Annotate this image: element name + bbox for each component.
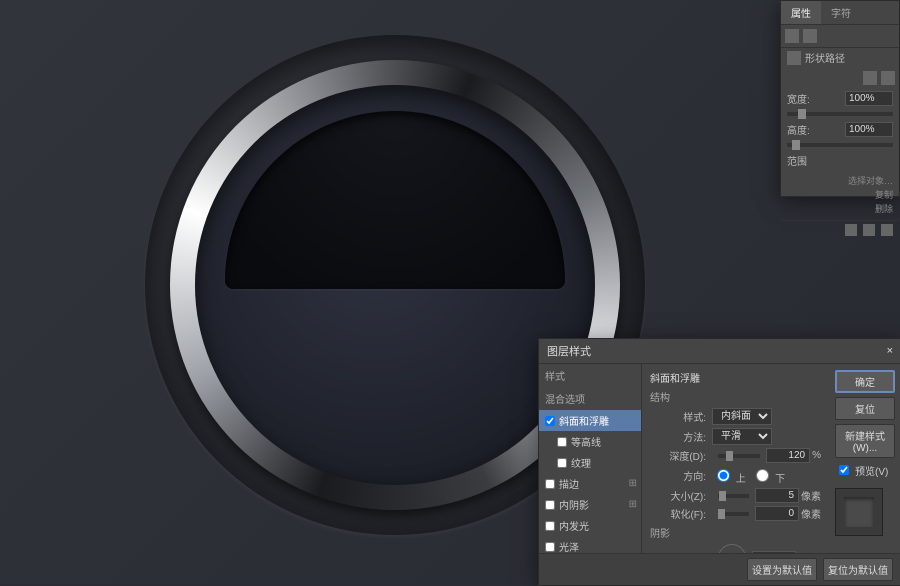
style-select[interactable]: 内斜面 bbox=[712, 408, 772, 425]
style-item-3[interactable]: 描边 ⊞ bbox=[539, 473, 641, 494]
style-item-label: 内发光 bbox=[559, 518, 589, 533]
style-item-5[interactable]: 内发光 bbox=[539, 515, 641, 536]
section-title: 斜面和浮雕 bbox=[650, 370, 821, 385]
mask-icon[interactable] bbox=[803, 29, 817, 43]
depth-slider[interactable] bbox=[718, 454, 760, 458]
height-slider[interactable] bbox=[787, 143, 893, 147]
set-default-button[interactable]: 设置为默认值 bbox=[747, 558, 817, 581]
close-icon[interactable]: × bbox=[887, 345, 893, 357]
prop-links: 选择对象… 复制 删除 bbox=[781, 170, 899, 220]
style-item-label: 光泽 bbox=[559, 539, 579, 554]
link-icon[interactable] bbox=[863, 71, 877, 85]
size-label: 大小(Z): bbox=[650, 488, 706, 503]
trash-icon[interactable] bbox=[881, 224, 893, 236]
depth-unit: % bbox=[812, 450, 821, 461]
range-label: 范围 bbox=[787, 153, 807, 168]
style-checkbox[interactable] bbox=[557, 458, 567, 468]
eye-icon[interactable] bbox=[863, 224, 875, 236]
link-copy[interactable]: 复制 bbox=[787, 188, 893, 202]
shape-icon[interactable] bbox=[785, 29, 799, 43]
tab-character[interactable]: 字符 bbox=[821, 1, 861, 24]
size-input[interactable] bbox=[755, 488, 799, 503]
link-select[interactable]: 选择对象… bbox=[787, 174, 893, 188]
width-slider[interactable] bbox=[787, 112, 893, 116]
soften-input[interactable] bbox=[755, 506, 799, 521]
style-item-label: 内阴影 bbox=[559, 497, 589, 512]
style-checkbox[interactable] bbox=[545, 416, 555, 426]
style-checkbox[interactable] bbox=[545, 521, 555, 531]
soften-label: 软化(F): bbox=[650, 506, 706, 521]
style-checkbox[interactable] bbox=[545, 542, 555, 552]
dir-down[interactable]: 下 bbox=[751, 466, 785, 485]
prop-icon-row bbox=[781, 25, 899, 48]
tab-properties[interactable]: 属性 bbox=[781, 1, 821, 24]
style-item-label: 等高线 bbox=[571, 434, 601, 449]
structure-label: 结构 bbox=[650, 389, 821, 404]
blend-options[interactable]: 混合选项 bbox=[539, 387, 641, 410]
link-delete[interactable]: 删除 bbox=[787, 202, 893, 216]
style-label: 样式: bbox=[650, 409, 706, 424]
link-icons bbox=[781, 67, 899, 89]
width-label: 宽度: bbox=[787, 91, 810, 106]
ok-button[interactable]: 确定 bbox=[835, 370, 895, 393]
depth-input[interactable] bbox=[766, 448, 810, 463]
style-item-4[interactable]: 内阴影 ⊞ bbox=[539, 494, 641, 515]
reset-default-button[interactable]: 复位为默认值 bbox=[823, 558, 893, 581]
height-label: 高度: bbox=[787, 122, 810, 137]
soften-unit: 像素 bbox=[801, 506, 821, 521]
cancel-button[interactable]: 复位 bbox=[835, 397, 895, 420]
dialog-title: 图层样式 bbox=[547, 343, 591, 359]
plus-icon[interactable]: ⊞ bbox=[629, 499, 637, 510]
direction-label: 方向: bbox=[650, 468, 706, 483]
dir-up[interactable]: 上 bbox=[712, 466, 746, 485]
technique-select[interactable]: 平滑 bbox=[712, 428, 772, 445]
styles-list: 样式 混合选项 斜面和浮雕等高线纹理描边⊞内阴影⊞内发光光泽颜色叠加⊞渐变叠加⊞… bbox=[539, 364, 642, 584]
technique-label: 方法: bbox=[650, 429, 706, 444]
height-row: 高度: bbox=[781, 120, 899, 139]
properties-panel: 属性 字符 形状路径 宽度: 高度: 范围 选择对象… 复制 删除 bbox=[780, 0, 900, 197]
range-row: 范围 bbox=[781, 151, 899, 170]
dark-half-shape bbox=[225, 111, 565, 289]
unlink-icon[interactable] bbox=[881, 71, 895, 85]
style-item-2[interactable]: 纹理 bbox=[539, 452, 641, 473]
preview-check[interactable]: 预览(V) bbox=[835, 462, 895, 478]
width-input[interactable] bbox=[845, 91, 893, 106]
shading-label: 阴影 bbox=[650, 525, 821, 540]
properties-tabs: 属性 字符 bbox=[781, 1, 899, 25]
style-settings: 斜面和浮雕 结构 样式: 内斜面 方法: 平滑 深度(D):% 方向: 上 下 大小… bbox=[642, 364, 829, 584]
dialog-bottombar: 设置为默认值 复位为默认值 bbox=[539, 553, 900, 585]
new-style-button[interactable]: 新建样式(W)... bbox=[835, 424, 895, 458]
height-input[interactable] bbox=[845, 122, 893, 137]
style-item-label: 描边 bbox=[559, 476, 579, 491]
prop-bottom-icons bbox=[781, 220, 899, 239]
style-item-label: 纹理 bbox=[571, 455, 591, 470]
preview-thumb bbox=[835, 488, 883, 536]
plus-icon[interactable]: ⊞ bbox=[629, 478, 637, 489]
style-item-0[interactable]: 斜面和浮雕 bbox=[539, 410, 641, 431]
target-icon[interactable] bbox=[845, 224, 857, 236]
styles-header: 样式 bbox=[539, 364, 641, 387]
depth-label: 深度(D): bbox=[650, 448, 706, 463]
path-icon bbox=[787, 51, 801, 65]
soften-slider[interactable] bbox=[718, 512, 749, 516]
dialog-buttons: 确定 复位 新建样式(W)... 预览(V) bbox=[829, 364, 900, 584]
layer-style-dialog: 图层样式 × 样式 混合选项 斜面和浮雕等高线纹理描边⊞内阴影⊞内发光光泽颜色叠… bbox=[538, 338, 900, 586]
mask-path-row: 形状路径 bbox=[781, 48, 899, 67]
dialog-titlebar: 图层样式 × bbox=[539, 339, 900, 364]
style-checkbox[interactable] bbox=[557, 437, 567, 447]
inner-circle bbox=[195, 85, 595, 485]
size-slider[interactable] bbox=[718, 494, 749, 498]
width-row: 宽度: bbox=[781, 89, 899, 108]
style-checkbox[interactable] bbox=[545, 500, 555, 510]
style-item-1[interactable]: 等高线 bbox=[539, 431, 641, 452]
mask-path-label: 形状路径 bbox=[805, 50, 845, 65]
style-checkbox[interactable] bbox=[545, 479, 555, 489]
style-item-label: 斜面和浮雕 bbox=[559, 413, 609, 428]
size-unit: 像素 bbox=[801, 488, 821, 503]
